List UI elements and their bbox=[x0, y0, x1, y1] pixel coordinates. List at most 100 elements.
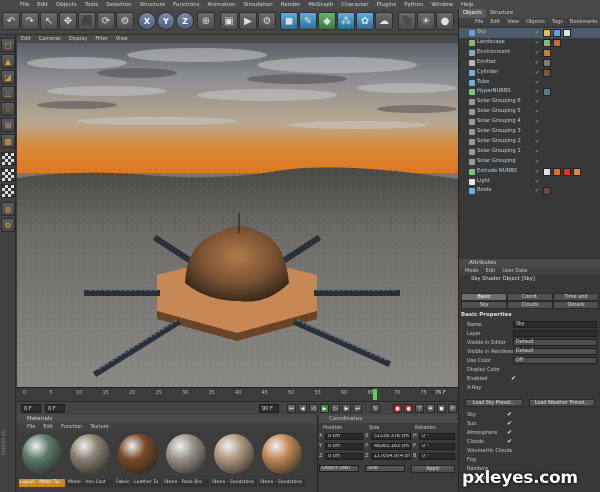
visibility-dots[interactable]: ⁚ bbox=[529, 188, 531, 194]
loop-icon[interactable]: ↻ bbox=[371, 404, 380, 413]
viewport-menu-edit[interactable]: Edit bbox=[21, 36, 31, 42]
attr-checkbox[interactable]: ✔ bbox=[511, 375, 516, 382]
object-tag[interactable] bbox=[563, 29, 571, 37]
viewport-menu-view[interactable]: View bbox=[116, 36, 128, 42]
previous-key-icon[interactable]: ◀ bbox=[298, 404, 307, 413]
play-icon[interactable]: ▶ bbox=[320, 404, 329, 413]
y-axis-icon[interactable]: Y bbox=[157, 12, 175, 30]
visibility-dots[interactable]: ⁚ bbox=[529, 169, 531, 175]
record-key-icon[interactable]: ● bbox=[393, 404, 402, 413]
object-tag[interactable] bbox=[543, 88, 551, 97]
attr-tab-sky[interactable]: Sky bbox=[461, 301, 507, 309]
move-icon[interactable]: ✥ bbox=[59, 12, 77, 30]
menu-structure[interactable]: Structure bbox=[140, 2, 166, 8]
material-slot[interactable]: Fabric - Leather Tu bbox=[115, 434, 161, 489]
record-icon[interactable]: ● bbox=[436, 12, 454, 30]
enable-check[interactable]: ✔ bbox=[535, 40, 539, 46]
rotate-icon[interactable]: ⟳ bbox=[97, 12, 115, 30]
material-menu-edit[interactable]: Edit bbox=[43, 424, 53, 430]
render-picture-viewer-icon[interactable]: ▶ bbox=[239, 12, 257, 30]
object-row[interactable]: Landscape ⁚ ✔ bbox=[459, 38, 600, 48]
object-tag[interactable] bbox=[563, 167, 571, 176]
menu-file[interactable]: File bbox=[20, 2, 29, 8]
deformer-icon[interactable]: ✿ bbox=[356, 12, 374, 30]
position-key-icon[interactable]: ✥ bbox=[426, 404, 435, 413]
pen-spline-icon[interactable]: ✎ bbox=[299, 12, 317, 30]
end-frame-field[interactable]: 90 F bbox=[259, 404, 279, 413]
menu-plugins[interactable]: Plugins bbox=[377, 2, 397, 8]
enable-check[interactable]: ✔ bbox=[535, 179, 539, 185]
object-row[interactable]: Extrude NURBS ⁚ ✔ bbox=[459, 167, 600, 177]
object-row[interactable]: Solar Grouping ⁚ ✔ bbox=[459, 157, 600, 167]
menu-help[interactable]: Help bbox=[461, 2, 474, 8]
object-row[interactable]: Cylinder ⁚ ✔ bbox=[459, 68, 600, 78]
position-field[interactable]: 0 cm bbox=[325, 443, 363, 450]
rotation-field[interactable]: 0 ° bbox=[419, 453, 455, 460]
object-row[interactable]: Solar Grouping 1 ⁚ ✔ bbox=[459, 147, 600, 157]
viewport-menu-filter[interactable]: Filter bbox=[95, 36, 107, 42]
load-sky-preset-button[interactable]: Load Sky Preset... bbox=[465, 399, 523, 407]
menu-objects[interactable]: Objects bbox=[56, 2, 77, 8]
menu-tools[interactable]: Tools bbox=[85, 2, 99, 8]
object-menu-objects[interactable]: Objects bbox=[526, 19, 545, 25]
array-icon[interactable]: ⁂ bbox=[337, 12, 355, 30]
object-tag[interactable] bbox=[543, 187, 551, 196]
menu-character[interactable]: Character bbox=[341, 2, 368, 8]
enable-check[interactable]: ✔ bbox=[535, 149, 539, 155]
rotation-key-icon[interactable]: ⟳ bbox=[448, 404, 457, 413]
visibility-dots[interactable]: ⁚ bbox=[529, 109, 531, 115]
checker-icon[interactable] bbox=[1, 168, 15, 182]
object-row[interactable]: Solar Grouping 2 ⁚ ✔ bbox=[459, 137, 600, 147]
enable-check[interactable]: ✔ bbox=[535, 119, 539, 125]
visibility-dots[interactable]: ⁚ bbox=[529, 129, 531, 135]
start-frame-field[interactable]: 0 F bbox=[21, 404, 41, 413]
enable-check[interactable]: ✔ bbox=[535, 60, 539, 66]
object-tag[interactable] bbox=[543, 167, 551, 176]
visibility-dots[interactable]: ⁚ bbox=[529, 159, 531, 165]
cube-icon[interactable]: ◼ bbox=[280, 12, 298, 30]
go-to-start-icon[interactable]: ⏮ bbox=[287, 404, 296, 413]
attribute-menu-edit[interactable]: Edit bbox=[486, 268, 496, 274]
material-slot[interactable]: Metal - Iron Cast bbox=[67, 434, 113, 489]
go-to-end-icon[interactable]: ⏭ bbox=[353, 404, 362, 413]
apply-button[interactable]: Apply bbox=[411, 465, 455, 473]
keyframe-selection-icon[interactable]: ? bbox=[415, 404, 424, 413]
autokey-icon[interactable]: ● bbox=[404, 404, 413, 413]
edges-mode-icon[interactable]: ⊞ bbox=[1, 118, 15, 132]
object-row[interactable]: Environment ⁚ ✔ bbox=[459, 48, 600, 58]
visibility-dots[interactable]: ⁚ bbox=[529, 50, 531, 56]
render-settings-icon[interactable]: ⚙ bbox=[258, 12, 276, 30]
visibility-dots[interactable]: ⁚ bbox=[529, 70, 531, 76]
material-slot[interactable]: Stone - Sandstone bbox=[259, 434, 305, 489]
attribute-menu-user-data[interactable]: User Data bbox=[502, 268, 527, 274]
menu-animation[interactable]: Animation bbox=[207, 2, 235, 8]
polygons-mode-icon[interactable]: ▦ bbox=[1, 134, 15, 148]
attr-tab-time-and-location[interactable]: Time and Location bbox=[553, 293, 599, 307]
object-tag[interactable] bbox=[553, 38, 561, 47]
attr-value-field[interactable] bbox=[513, 330, 597, 337]
enable-check[interactable]: ✔ bbox=[535, 188, 539, 194]
attr-value-field[interactable]: Default bbox=[513, 339, 597, 346]
perspective-viewport[interactable] bbox=[17, 43, 458, 387]
object-tag[interactable] bbox=[543, 48, 551, 57]
enable-check[interactable]: ✔ bbox=[535, 30, 539, 36]
object-row[interactable]: Boole ⁚ ✔ bbox=[459, 186, 600, 196]
scale-icon[interactable]: ⬛ bbox=[78, 12, 96, 30]
rotation-field[interactable]: 0 ° bbox=[419, 443, 455, 450]
enable-check[interactable]: ✔ bbox=[535, 70, 539, 76]
object-row[interactable]: Emitter ⁚ ✔ bbox=[459, 58, 600, 68]
material-slot[interactable]: Stone - Sandstone bbox=[211, 434, 257, 489]
coordinate-system-icon[interactable]: ⊕ bbox=[197, 12, 215, 30]
object-menu-file[interactable]: File bbox=[475, 19, 483, 25]
menu-mograph[interactable]: MoGraph bbox=[308, 2, 333, 8]
object-tag[interactable] bbox=[543, 68, 551, 77]
object-row[interactable]: Sky ⁚ ✔ bbox=[459, 28, 600, 38]
object-tag[interactable] bbox=[573, 167, 581, 176]
size-field[interactable]: 117054.974 cm bbox=[371, 453, 411, 460]
tab-objects[interactable]: Objects bbox=[459, 9, 486, 18]
coordinate-mode-dropdown[interactable]: Object (Rel) bbox=[319, 465, 359, 472]
sky-feature-checkbox[interactable]: ✔ bbox=[507, 411, 512, 418]
axis-mode-icon[interactable]: △ bbox=[1, 86, 15, 100]
attr-tab-coord.[interactable]: Coord. bbox=[507, 293, 553, 301]
attr-value-field[interactable]: Off bbox=[513, 357, 597, 364]
